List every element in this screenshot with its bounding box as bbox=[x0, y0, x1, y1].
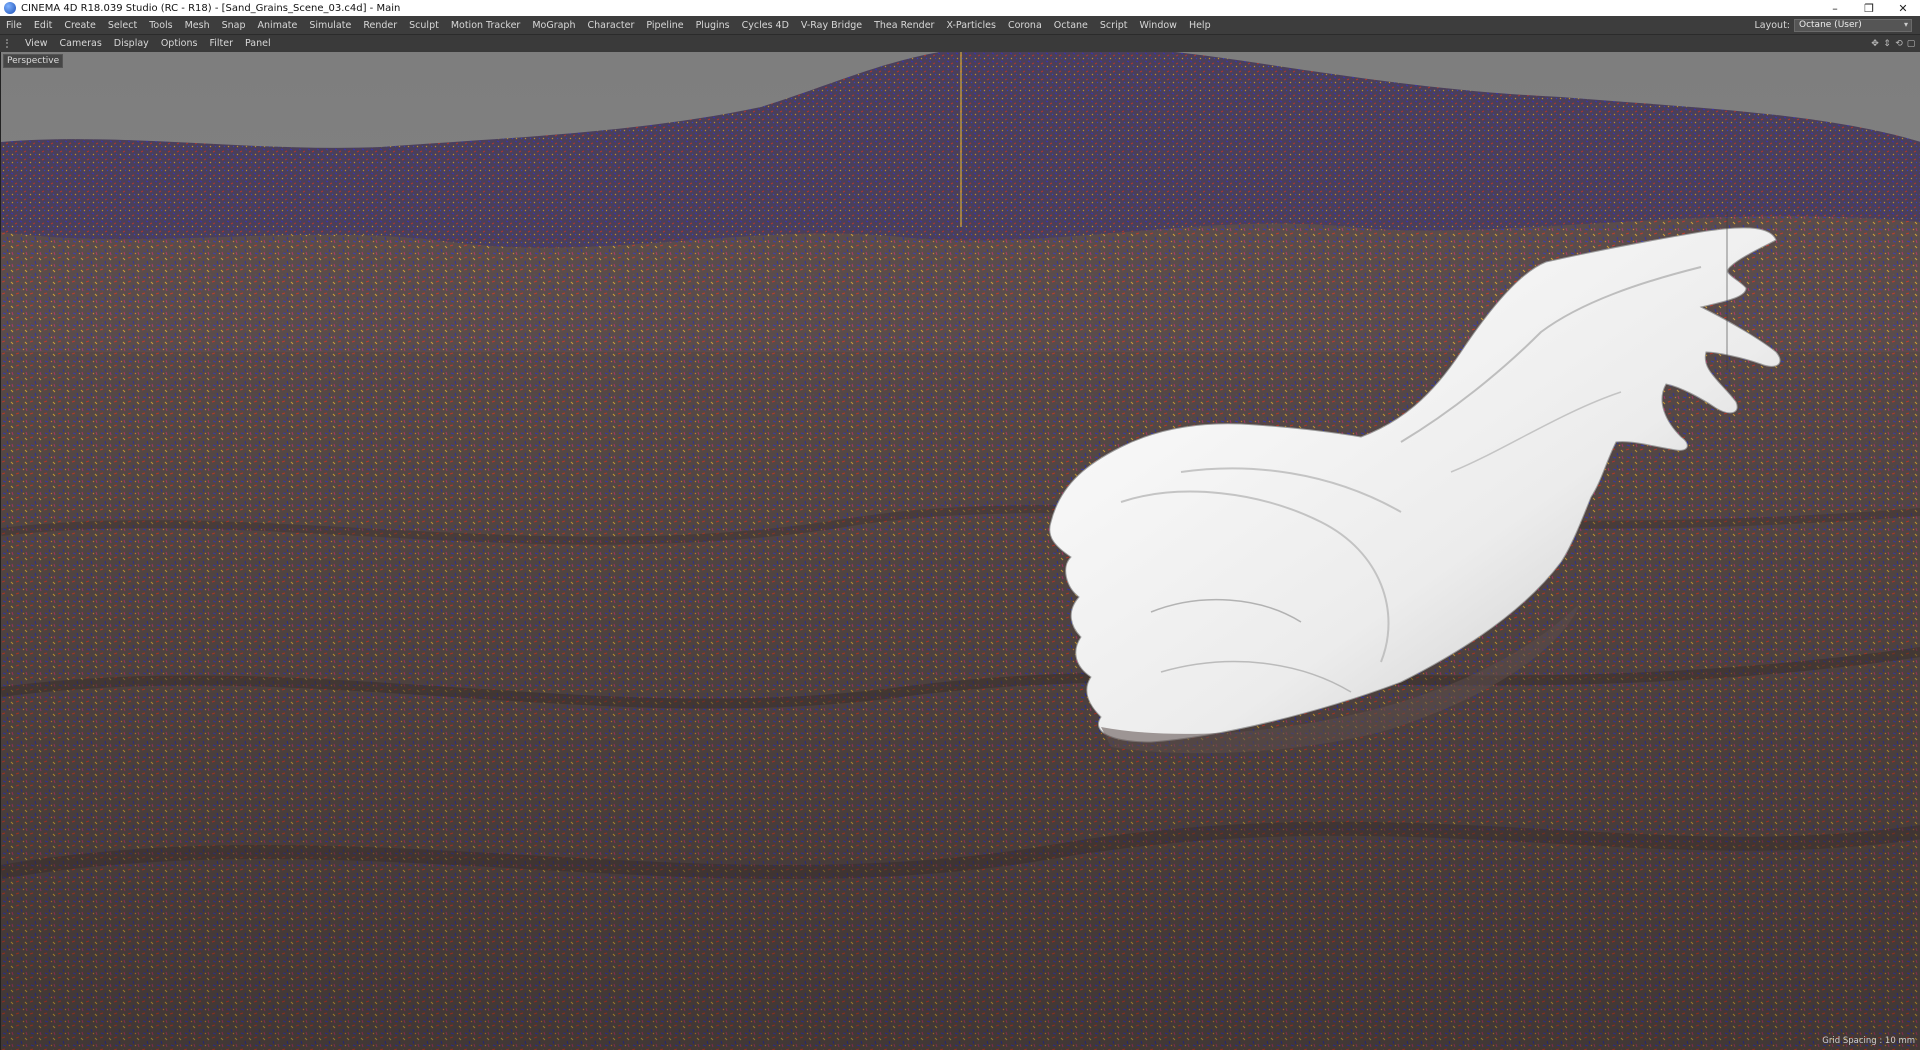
layout-switcher: Layout: Octane (User) ▾ bbox=[1754, 18, 1912, 32]
viewport-nav-icons: ✥ ⇕ ⟲ ▢ bbox=[1870, 39, 1916, 49]
cinema4d-app-icon bbox=[4, 2, 16, 14]
title-bar: CINEMA 4D R18.039 Studio (RC - R18) - [S… bbox=[0, 0, 1920, 17]
main-menu-bar: File Edit Create Select Tools Mesh Snap … bbox=[0, 16, 1920, 35]
menu-octane[interactable]: Octane bbox=[1048, 20, 1094, 31]
menu-window[interactable]: Window bbox=[1133, 20, 1182, 31]
rotate-icon[interactable]: ⟲ bbox=[1894, 39, 1904, 49]
menu-file[interactable]: File bbox=[0, 20, 28, 31]
viewport-menu-display[interactable]: Display bbox=[108, 38, 155, 49]
pan-icon[interactable]: ⇕ bbox=[1882, 39, 1892, 49]
viewport-menu-options[interactable]: Options bbox=[155, 38, 204, 49]
menu-script[interactable]: Script bbox=[1094, 20, 1134, 31]
menu-character[interactable]: Character bbox=[581, 20, 640, 31]
menu-x-particles[interactable]: X-Particles bbox=[940, 20, 1002, 31]
menu-simulate[interactable]: Simulate bbox=[303, 20, 357, 31]
menu-plugins[interactable]: Plugins bbox=[690, 20, 736, 31]
maximize-icon[interactable]: ▢ bbox=[1906, 39, 1916, 49]
minimize-icon[interactable]: – bbox=[1818, 0, 1852, 16]
layout-label: Layout: bbox=[1754, 19, 1791, 31]
window-controls: – ❐ ✕ bbox=[1818, 0, 1920, 16]
menu-select[interactable]: Select bbox=[102, 20, 143, 31]
menu-render[interactable]: Render bbox=[357, 20, 403, 31]
scene-render bbox=[1, 52, 1920, 1050]
window-title: CINEMA 4D R18.039 Studio (RC - R18) - [S… bbox=[21, 2, 401, 14]
sand-shading bbox=[1, 352, 1920, 1050]
close-icon[interactable]: ✕ bbox=[1886, 0, 1920, 16]
menu-sculpt[interactable]: Sculpt bbox=[403, 20, 445, 31]
menu-corona[interactable]: Corona bbox=[1002, 20, 1048, 31]
menu-tools[interactable]: Tools bbox=[143, 20, 178, 31]
perspective-viewport[interactable]: Perspective Grid Spacing : 10 mm bbox=[0, 52, 1920, 1050]
menu-pipeline[interactable]: Pipeline bbox=[640, 20, 689, 31]
viewport-menu-view[interactable]: View bbox=[19, 38, 54, 49]
restore-icon[interactable]: ❐ bbox=[1852, 0, 1886, 16]
menu-mesh[interactable]: Mesh bbox=[179, 20, 216, 31]
layout-dropdown[interactable]: Octane (User) ▾ bbox=[1794, 18, 1912, 32]
menu-help[interactable]: Help bbox=[1183, 20, 1217, 31]
menu-thea-render[interactable]: Thea Render bbox=[868, 20, 940, 31]
menu-edit[interactable]: Edit bbox=[28, 20, 58, 31]
viewport-menu-cameras[interactable]: Cameras bbox=[54, 38, 108, 49]
menu-mograph[interactable]: MoGraph bbox=[526, 20, 581, 31]
chevron-down-icon: ▾ bbox=[1903, 19, 1908, 29]
move-icon[interactable]: ✥ bbox=[1870, 39, 1880, 49]
viewport-menu-panel[interactable]: Panel bbox=[239, 38, 277, 49]
menu-motion-tracker[interactable]: Motion Tracker bbox=[445, 20, 527, 31]
layout-value: Octane (User) bbox=[1799, 20, 1862, 30]
viewport-menu-bar: View Cameras Display Options Filter Pane… bbox=[0, 35, 1920, 53]
grid-spacing-readout: Grid Spacing : 10 mm bbox=[1822, 1036, 1915, 1046]
menu-vray-bridge[interactable]: V-Ray Bridge bbox=[795, 20, 868, 31]
menu-animate[interactable]: Animate bbox=[252, 20, 304, 31]
viewport-camera-label[interactable]: Perspective bbox=[3, 54, 64, 68]
menu-cycles-4d[interactable]: Cycles 4D bbox=[736, 20, 795, 31]
viewport-menu-filter[interactable]: Filter bbox=[203, 38, 239, 49]
menu-create[interactable]: Create bbox=[58, 20, 102, 31]
menu-snap[interactable]: Snap bbox=[216, 20, 252, 31]
panel-grip-handle[interactable] bbox=[6, 39, 14, 48]
